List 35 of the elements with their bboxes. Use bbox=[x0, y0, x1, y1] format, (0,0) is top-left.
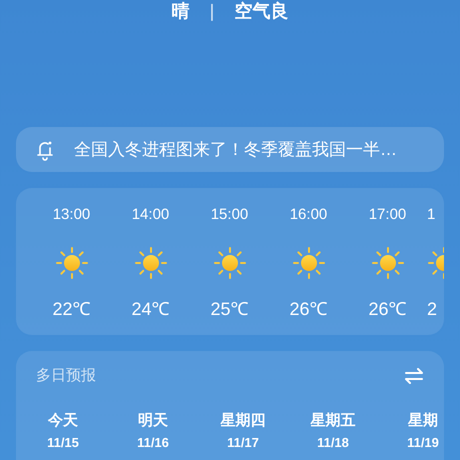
hour-time: 14:00 bbox=[132, 205, 170, 224]
day-date: 11/19 bbox=[407, 434, 439, 452]
sun-icon bbox=[54, 246, 88, 280]
hour-time: 13:00 bbox=[52, 205, 90, 224]
day-date: 11/16 bbox=[137, 434, 169, 452]
notice-text: 全国入冬进程图来了！冬季覆盖我国一半… bbox=[74, 138, 397, 161]
day-name: 星期 bbox=[408, 410, 438, 430]
separator: | bbox=[210, 2, 214, 20]
air-quality: 空气良 bbox=[234, 2, 288, 20]
swap-icon[interactable] bbox=[404, 368, 424, 384]
bell-icon bbox=[36, 138, 54, 160]
sun-icon bbox=[292, 246, 326, 280]
day-name: 明天 bbox=[138, 410, 168, 430]
sun-icon bbox=[134, 246, 168, 280]
hour-time: 17:00 bbox=[368, 205, 406, 224]
notice-banner[interactable]: 全国入冬进程图来了！冬季覆盖我国一半… bbox=[16, 127, 444, 172]
day-date: 11/17 bbox=[227, 434, 259, 452]
hour-temperature: 26℃ bbox=[289, 298, 328, 321]
sun-icon bbox=[212, 246, 246, 280]
day-name: 星期四 bbox=[220, 410, 266, 430]
hour-temperature: 24℃ bbox=[131, 298, 170, 321]
hour-temperature: 26℃ bbox=[368, 298, 407, 321]
sun-icon bbox=[370, 246, 404, 280]
hour-time: 1 bbox=[427, 205, 436, 224]
day-name: 星期五 bbox=[310, 410, 356, 430]
hour-time: 15:00 bbox=[210, 205, 248, 224]
forecast-title: 多日预报 bbox=[36, 366, 96, 386]
hour-temperature: 25℃ bbox=[210, 298, 249, 321]
hour-time: 16:00 bbox=[290, 205, 328, 224]
day-date: 11/15 bbox=[47, 434, 79, 452]
day-date: 11/18 bbox=[317, 434, 349, 452]
hour-temperature: 22℃ bbox=[52, 298, 91, 321]
hour-temperature: 2 bbox=[427, 298, 438, 321]
weather-condition: 晴 bbox=[172, 2, 190, 20]
day-name: 今天 bbox=[48, 410, 78, 430]
